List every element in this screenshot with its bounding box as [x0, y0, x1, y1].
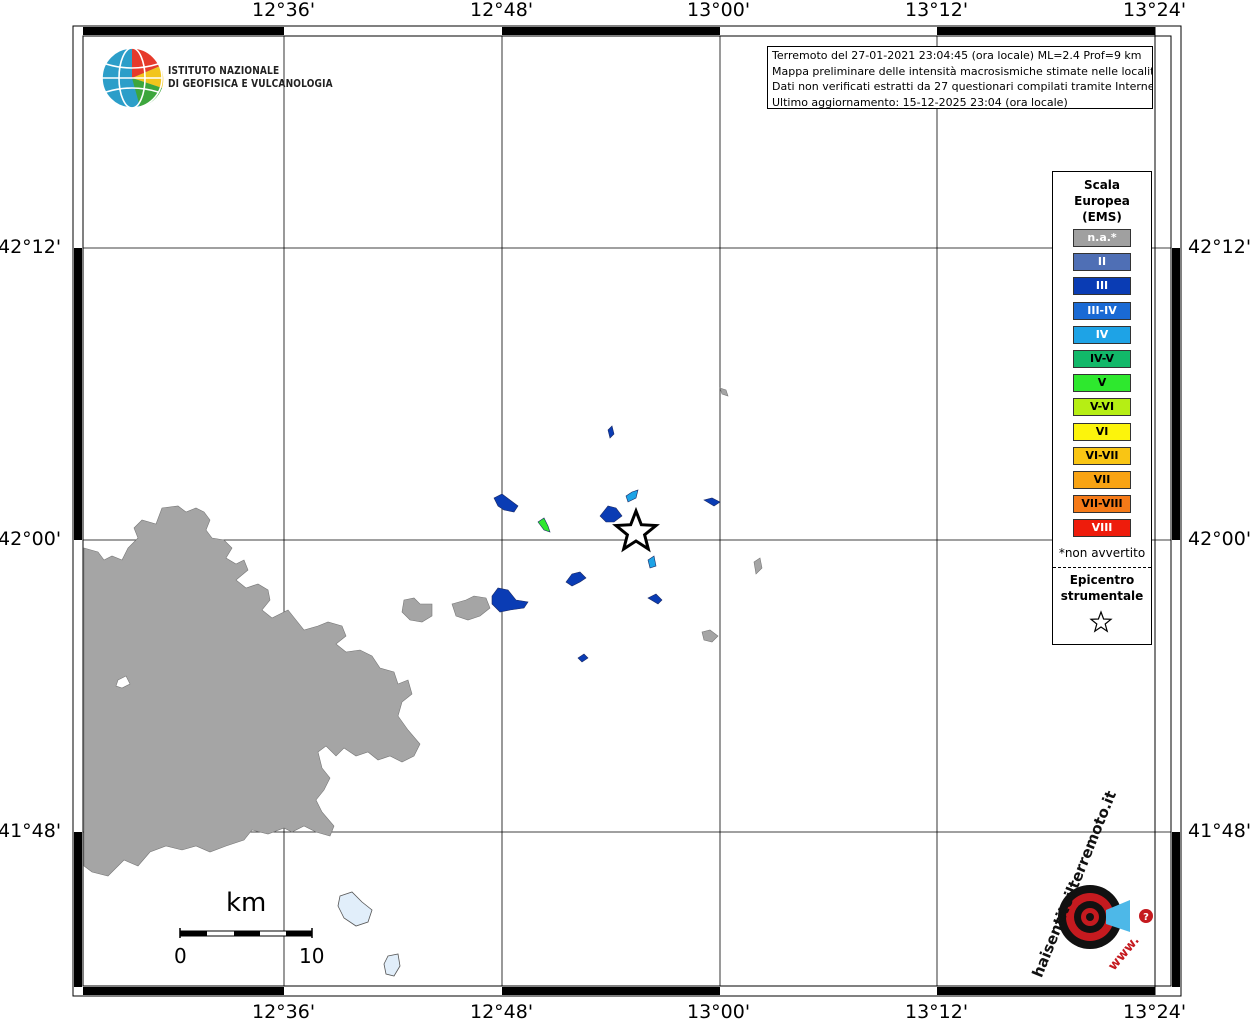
legend-swatch-v-vi: V-VI: [1073, 398, 1131, 417]
lat-label-left-3: 41°48': [0, 820, 62, 842]
lon-label-bottom-4: 13°12': [905, 1001, 969, 1023]
legend-title-line1: Scala: [1083, 178, 1121, 192]
legend-epicentre-line2: strumentale: [1060, 589, 1144, 603]
legend-star-icon: [1089, 610, 1113, 633]
lon-label-bottom-5: 13°24': [1123, 1001, 1187, 1023]
lon-label-top-4: 13°12': [905, 0, 969, 21]
svg-text:?: ?: [1143, 912, 1149, 923]
map-frame-inner: [82, 35, 1172, 987]
scale-start-label: 0: [174, 944, 187, 968]
lat-label-left-2: 42°00': [0, 528, 62, 550]
legend-title-line2: Europea: [1074, 194, 1130, 208]
legend-swatch-iv-v: IV-V: [1073, 350, 1131, 368]
legend-swatch-vi: VI: [1073, 422, 1131, 441]
event-info-box: Terremoto del 27-01-2021 23:04:45 (ora l…: [767, 46, 1153, 109]
legend-swatch-viii: VIII: [1073, 519, 1131, 538]
event-info-line3: Dati non verificati estratti da 27 quest…: [772, 80, 1153, 93]
scale-end-label: 10: [299, 944, 325, 968]
legend-title: Scala Europea (EMS): [1053, 177, 1151, 225]
event-info-line1: Terremoto del 27-01-2021 23:04:45 (ora l…: [772, 49, 1142, 62]
legend-swatch-v: V: [1073, 374, 1131, 393]
macroseismic-map: ? 12°36' 12°48' 13°00' 13°12' 13°24' 12°…: [0, 0, 1254, 1024]
legend-swatch-vii: VII: [1073, 471, 1131, 489]
lon-label-top-1: 12°36': [252, 0, 316, 21]
event-info-line2: Mappa preliminare delle intensità macros…: [772, 64, 1153, 78]
legend-swatch-iii: III: [1073, 277, 1131, 296]
institute-name-line1: ISTITUTO NAZIONALE: [168, 64, 280, 77]
legend-epicentre-line1: Epicentro: [1069, 573, 1135, 587]
lon-label-bottom-1: 12°36': [252, 1001, 316, 1023]
lon-label-top-2: 12°48': [470, 0, 534, 21]
legend-swatch-iii-iv: III-IV: [1073, 301, 1131, 320]
ems-legend: Scala Europea (EMS) n.a.* II III III-IV IV IV…: [1052, 171, 1152, 645]
lat-label-left-1: 42°12': [0, 236, 62, 258]
lon-label-bottom-3: 13°00': [687, 1001, 751, 1023]
legend-title-line3: (EMS): [1082, 210, 1122, 224]
legend-swatch-iv: IV: [1073, 325, 1131, 344]
ingv-globe-icon: [101, 47, 164, 109]
legend-separator: [1053, 567, 1151, 568]
legend-epicentre-label: Epicentro strumentale: [1053, 572, 1151, 604]
institute-name: ISTITUTO NAZIONALE DI GEOFISICA E VULCAN…: [168, 64, 333, 90]
legend-swatch-vii-viii: VII-VIII: [1073, 495, 1131, 514]
lat-label-right-2: 42°00': [1188, 528, 1252, 550]
scale-unit-label: km: [226, 888, 267, 918]
legend-note: *non avvertito: [1058, 546, 1146, 560]
institute-name-line2: DI GEOFISICA E VULCANOLOGIA: [168, 77, 333, 90]
lon-label-bottom-2: 12°48': [470, 1001, 534, 1023]
lat-label-right-3: 41°48': [1188, 820, 1252, 842]
lon-label-top-5: 13°24': [1123, 0, 1187, 21]
legend-swatch-ii: II: [1073, 253, 1131, 272]
lon-label-top-3: 13°00': [687, 0, 751, 21]
event-info-line4: Ultimo aggiornamento: 15-12-2025 23:04 (…: [772, 95, 1068, 109]
legend-swatch-vi-vii: VI-VII: [1073, 446, 1131, 465]
lat-label-right-1: 42°12': [1188, 236, 1252, 258]
legend-swatch-n-a: n.a.*: [1073, 229, 1131, 247]
